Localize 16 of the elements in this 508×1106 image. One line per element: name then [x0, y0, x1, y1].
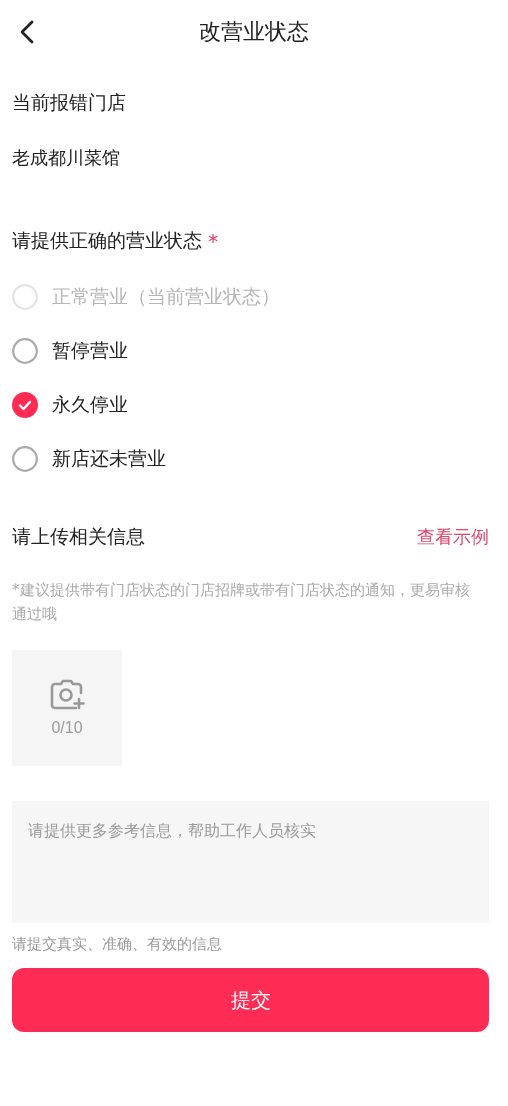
- page-title: 改营业状态: [199, 18, 309, 46]
- status-option[interactable]: 新店还未营业: [12, 432, 489, 486]
- example-link[interactable]: 查看示例: [417, 525, 489, 549]
- section-label: 请上传相关信息: [12, 524, 145, 549]
- notes-footnote: 请提交真实、准确、有效的信息: [12, 935, 223, 954]
- status-option[interactable]: 暂停营业: [12, 324, 489, 378]
- required-mark: *: [208, 229, 218, 253]
- upload-hint: *建议提供带有门店状态的门店招牌或带有门店状态的通知，更易审核通过哦: [12, 580, 471, 625]
- notes-field[interactable]: 请提供更多参考信息，帮助工作人员核实: [12, 801, 489, 923]
- photo-upload-button[interactable]: 0/10: [12, 650, 122, 766]
- section-label: 当前报错门店: [12, 90, 127, 115]
- submit-button[interactable]: 提交: [12, 968, 489, 1032]
- section-label: 请提供正确的营业状态: [12, 228, 202, 253]
- store-name: 老成都川菜馆: [12, 146, 121, 170]
- camera-add-icon: [49, 679, 85, 711]
- status-option[interactable]: 永久停业: [12, 378, 489, 432]
